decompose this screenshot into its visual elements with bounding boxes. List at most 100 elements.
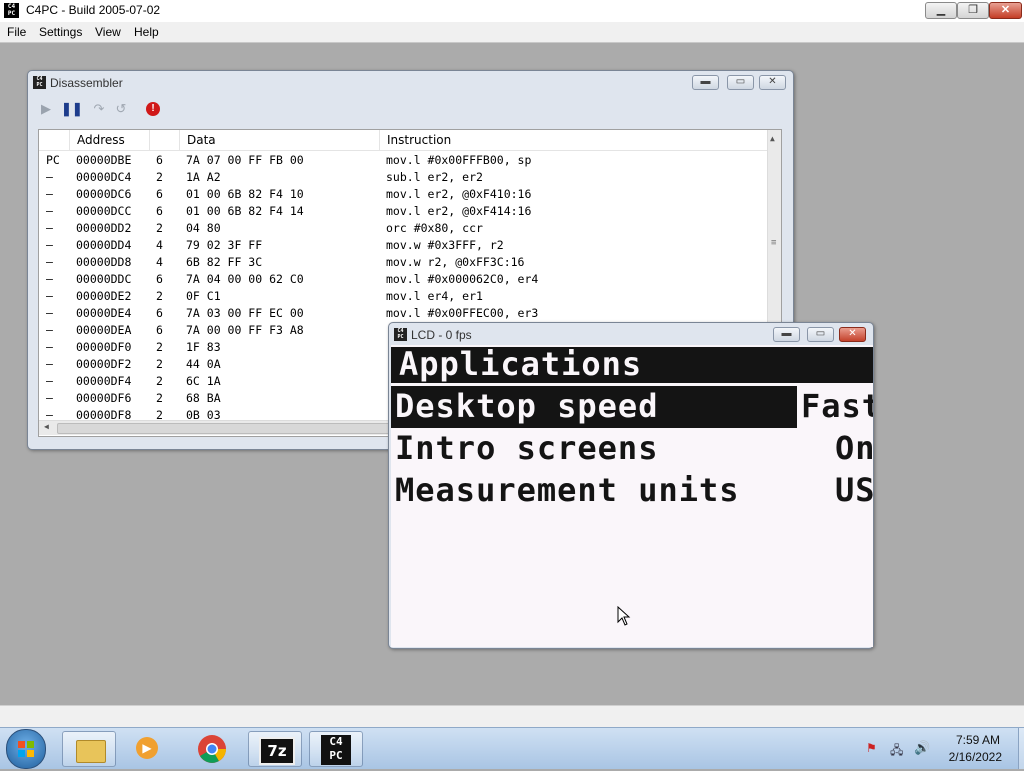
lcd-minimize-button[interactable]: ▬	[773, 327, 800, 342]
row-m: –	[46, 187, 53, 201]
column-instruction[interactable]: Instruction	[387, 133, 451, 147]
show-desktop-button[interactable]	[1018, 728, 1024, 769]
menu-help[interactable]: Help	[134, 25, 159, 39]
disassembler-minimize-button[interactable]: ▬	[692, 75, 719, 90]
row-len: 6	[156, 272, 163, 286]
row-len: 6	[156, 323, 163, 337]
restore-button[interactable]: ❐	[957, 2, 989, 19]
row-len: 6	[156, 153, 163, 167]
run-icon[interactable]: ▶	[39, 102, 53, 116]
row-addr: 00000DD4	[76, 238, 132, 252]
network-icon[interactable]: 🖧	[890, 741, 906, 757]
lcd-item-label[interactable]: Measurement units	[395, 471, 740, 509]
row-m: –	[46, 374, 53, 388]
file-explorer-taskbar-button[interactable]	[62, 731, 116, 767]
row-addr: 00000DF2	[76, 357, 132, 371]
row-data: 1F 83	[186, 340, 221, 354]
table-header: Address Data Instruction	[39, 130, 781, 151]
scroll-up-icon[interactable]: ▲	[770, 134, 775, 143]
column-address[interactable]: Address	[77, 133, 125, 147]
step-over-icon[interactable]: ↺	[114, 102, 128, 116]
row-ins: orc #0x80, ccr	[386, 221, 483, 235]
row-data: 6B 82 FF 3C	[186, 255, 263, 269]
c4pc-app-icon: C4 PC	[4, 3, 19, 18]
7zip-taskbar-button[interactable]: 7z	[248, 731, 302, 767]
menu-settings[interactable]: Settings	[39, 25, 82, 39]
7zip-icon: 7z	[259, 737, 295, 765]
row-data: 44 0A	[186, 357, 221, 371]
row-data: 7A 00 00 FF F3 A8	[186, 323, 304, 337]
clock-date[interactable]: 2/16/2022	[949, 750, 1002, 764]
row-data: 01 00 6B 82 F4 14	[186, 204, 304, 218]
media-player-taskbar-button[interactable]: ▶	[122, 731, 176, 767]
lcd-header: Applications	[399, 345, 643, 383]
action-center-flag-icon[interactable]: ⚑	[866, 741, 880, 755]
lcd-item-label[interactable]: Desktop speed	[395, 387, 658, 425]
table-row[interactable]: PC 00000DBE 6 7A 07 00 FF FB 00 mov.l #0x00F…	[39, 152, 767, 169]
row-addr: 00000DC6	[76, 187, 132, 201]
step-into-icon[interactable]: ↷	[92, 102, 106, 116]
menu-view[interactable]: View	[95, 25, 121, 39]
table-row[interactable]: – 00000DD8 4 6B 82 FF 3C mov.w r2, @0xFF3C:1…	[39, 254, 767, 271]
table-row[interactable]: – 00000DD4 4 79 02 3F FF mov.w #0x3FFF, r2	[39, 237, 767, 254]
table-row[interactable]: – 00000DE2 2 0F C1 mov.l er4, er1	[39, 288, 767, 305]
table-row[interactable]: – 00000DD2 2 04 80 orc #0x80, ccr	[39, 220, 767, 237]
disassembler-toolbar: ▶ ❚❚ ↷ ↺ !	[36, 98, 786, 124]
table-row[interactable]: – 00000DC6 6 01 00 6B 82 F4 10 mov.l er2, @0…	[39, 186, 767, 203]
row-data: 79 02 3F FF	[186, 238, 263, 252]
row-m: PC	[46, 153, 60, 167]
chrome-taskbar-button[interactable]	[185, 731, 239, 767]
row-len: 2	[156, 391, 163, 405]
row-len: 2	[156, 289, 163, 303]
volume-icon[interactable]: 🔊	[914, 740, 930, 755]
lcd-maximize-button[interactable]: ▭	[807, 327, 834, 342]
row-m: –	[46, 323, 53, 337]
mouse-cursor-icon	[617, 605, 631, 626]
table-row[interactable]: – 00000DCC 6 01 00 6B 82 F4 14 mov.l er2, @0…	[39, 203, 767, 220]
table-row[interactable]: – 00000DDC 6 7A 04 00 00 62 C0 mov.l #0x0000…	[39, 271, 767, 288]
lcd-window: C4 PC LCD - 0 fps ▬ ▭ ✕ Applications Desk…	[388, 322, 874, 649]
row-len: 4	[156, 238, 163, 252]
pause-icon[interactable]: ❚❚	[61, 102, 83, 116]
row-addr: 00000DEA	[76, 323, 132, 337]
row-len: 2	[156, 221, 163, 235]
scroll-grip-icon[interactable]: ≡	[771, 238, 776, 248]
c4pc-window-icon: C4 PC	[33, 76, 46, 89]
row-addr: 00000DBE	[76, 153, 132, 167]
table-row[interactable]: – 00000DE4 6 7A 03 00 FF EC 00 mov.l #0x00FF…	[39, 305, 767, 322]
lcd-close-button[interactable]: ✕	[839, 327, 866, 342]
minimize-button[interactable]: ▁	[925, 2, 957, 19]
row-addr: 00000DDC	[76, 272, 132, 286]
menu-file[interactable]: File	[7, 25, 26, 39]
app-title: C4PC - Build 2005-07-02	[26, 3, 161, 17]
row-ins: mov.l er2, @0xF410:16	[386, 187, 532, 201]
row-m: –	[46, 306, 53, 320]
c4pc-taskbar-button[interactable]: C4 PC	[309, 731, 363, 767]
disassembler-title: Disassembler	[50, 76, 123, 90]
row-m: –	[46, 391, 53, 405]
row-m: –	[46, 221, 53, 235]
start-orb-icon[interactable]	[6, 729, 46, 769]
lcd-item-label[interactable]: Intro screens	[395, 429, 658, 467]
lcd-title: LCD - 0 fps	[411, 328, 472, 342]
table-row[interactable]: – 00000DC4 2 1A A2 sub.l er2, er2	[39, 169, 767, 186]
clock-time[interactable]: 7:59 AM	[956, 733, 1000, 747]
breakpoint-icon[interactable]: !	[146, 102, 160, 116]
row-len: 6	[156, 204, 163, 218]
lcd-screen[interactable]: Applications Desktop speed Fast Intro sc…	[391, 345, 873, 647]
row-data: 04 80	[186, 221, 221, 235]
row-addr: 00000DE4	[76, 306, 132, 320]
row-data: 0F C1	[186, 289, 221, 303]
disassembler-close-button[interactable]: ✕	[759, 75, 786, 90]
scroll-left-icon[interactable]: ◀	[44, 422, 49, 431]
disassembler-maximize-button[interactable]: ▭	[727, 75, 754, 90]
close-button[interactable]: ✕	[989, 2, 1022, 19]
row-ins: mov.l #0x00FFEC00, er3	[386, 306, 539, 320]
taskbar: ▶ 7z C4 PC ⚑ 🖧 🔊	[0, 727, 1024, 769]
row-len: 2	[156, 340, 163, 354]
c4pc-icon: C4 PC	[321, 735, 351, 765]
column-data[interactable]: Data	[187, 133, 216, 147]
row-m: –	[46, 170, 53, 184]
status-bar	[0, 705, 1024, 728]
main-title-bar: C4 PC C4PC - Build 2005-07-02 ▁ ❐ ✕	[0, 0, 1024, 23]
